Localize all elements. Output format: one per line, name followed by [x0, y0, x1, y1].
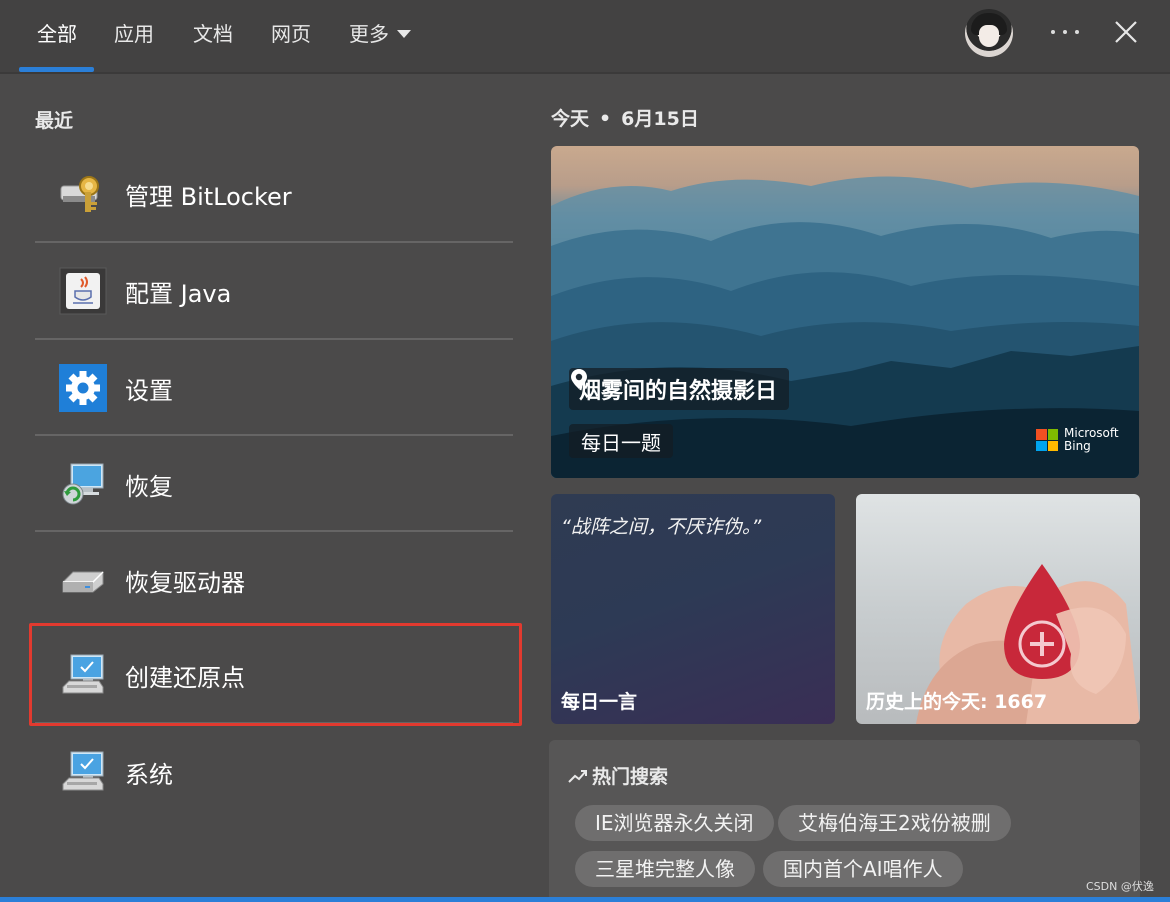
today-label: 今天	[551, 108, 590, 130]
drive-icon	[62, 571, 104, 593]
brand-line-2: Bing	[1064, 439, 1091, 453]
location-pin-icon	[571, 369, 587, 389]
java-icon	[59, 267, 107, 315]
recent-item-recovery-drive[interactable]: 恢复驱动器	[35, 532, 513, 628]
recent-item-label: 恢复	[125, 472, 173, 501]
tab-apps[interactable]: 应用	[114, 18, 154, 50]
avatar[interactable]	[965, 9, 1013, 57]
close-icon[interactable]	[1114, 20, 1138, 44]
watermark: CSDN @伏逸	[1086, 880, 1154, 893]
recent-item-java[interactable]: 配置 Java	[35, 243, 513, 339]
hot-search-chip[interactable]: 艾梅伯海王2戏份被删	[778, 805, 1011, 841]
recent-item-system[interactable]: 系统	[35, 724, 513, 820]
hot-search-chip[interactable]: IE浏览器永久关闭	[575, 805, 774, 841]
more-options-icon[interactable]	[1051, 22, 1079, 42]
today-header: 今天 • 6月15日	[551, 104, 699, 131]
hero-location-text: 烟雾间的自然摄影日	[579, 379, 778, 404]
recent-item-label: 管理 BitLocker	[125, 182, 292, 211]
bing-daily-image-card[interactable]: 烟雾间的自然摄影日 每日一题 Microsoft Bing	[551, 146, 1139, 478]
recent-item-recovery[interactable]: 恢复	[35, 436, 513, 532]
system-monitor-icon	[62, 751, 104, 791]
chevron-down-icon	[397, 29, 411, 38]
bottom-accent-strip	[0, 897, 1170, 902]
avatar-face	[979, 25, 999, 47]
hot-search-title-text: 热门搜索	[592, 766, 669, 788]
recovery-icon	[62, 463, 104, 505]
separator-dot: •	[599, 108, 612, 130]
tab-more[interactable]: 更多	[349, 18, 411, 50]
recent-item-label: 恢复驱动器	[125, 568, 245, 597]
trending-up-icon	[568, 769, 587, 783]
gear-icon	[59, 364, 107, 412]
history-card-caption: 历史上的今天: 1667	[866, 691, 1048, 713]
tab-more-label: 更多	[349, 22, 389, 46]
hot-search-panel: 热门搜索 IE浏览器永久关闭 艾梅伯海王2戏份被删 三星堆完整人像 国内首个AI…	[549, 740, 1140, 902]
recent-section-title: 最近	[35, 110, 74, 132]
quote-text: “战阵之间，不厌诈伪。”	[561, 516, 762, 538]
top-bar-divider	[0, 72, 1170, 74]
tab-all[interactable]: 全部	[37, 18, 77, 50]
hero-location-badge[interactable]: 烟雾间的自然摄影日	[569, 368, 790, 410]
tab-documents[interactable]: 文档	[193, 18, 233, 50]
recent-item-label: 系统	[125, 760, 173, 789]
microsoft-logo-icon	[1036, 429, 1058, 451]
highlight-annotation-box	[29, 623, 522, 726]
today-date: 6月15日	[621, 108, 699, 130]
daily-quiz-text: 每日一题	[581, 430, 661, 455]
hot-search-chip[interactable]: 三星堆完整人像	[575, 851, 755, 887]
microsoft-bing-logo: Microsoft Bing	[1036, 426, 1126, 454]
recent-item-bitlocker[interactable]: 管理 BitLocker	[35, 146, 513, 242]
recent-item-settings[interactable]: 设置	[35, 340, 513, 436]
bitlocker-key-icon	[60, 176, 99, 212]
recent-item-label: 配置 Java	[125, 279, 232, 308]
tab-web[interactable]: 网页	[271, 18, 311, 50]
top-tab-bar: 全部 应用 文档 网页 更多	[0, 0, 1170, 72]
hot-search-title: 热门搜索	[568, 762, 668, 789]
recent-item-label: 设置	[125, 376, 173, 405]
daily-quote-card[interactable]: “战阵之间，不厌诈伪。” 每日一言	[551, 494, 835, 724]
quote-card-caption: 每日一言	[561, 691, 638, 713]
daily-quiz-badge[interactable]: 每日一题	[569, 424, 673, 458]
hot-search-chip[interactable]: 国内首个AI唱作人	[763, 851, 963, 887]
history-today-card[interactable]: 历史上的今天: 1667	[856, 494, 1140, 724]
